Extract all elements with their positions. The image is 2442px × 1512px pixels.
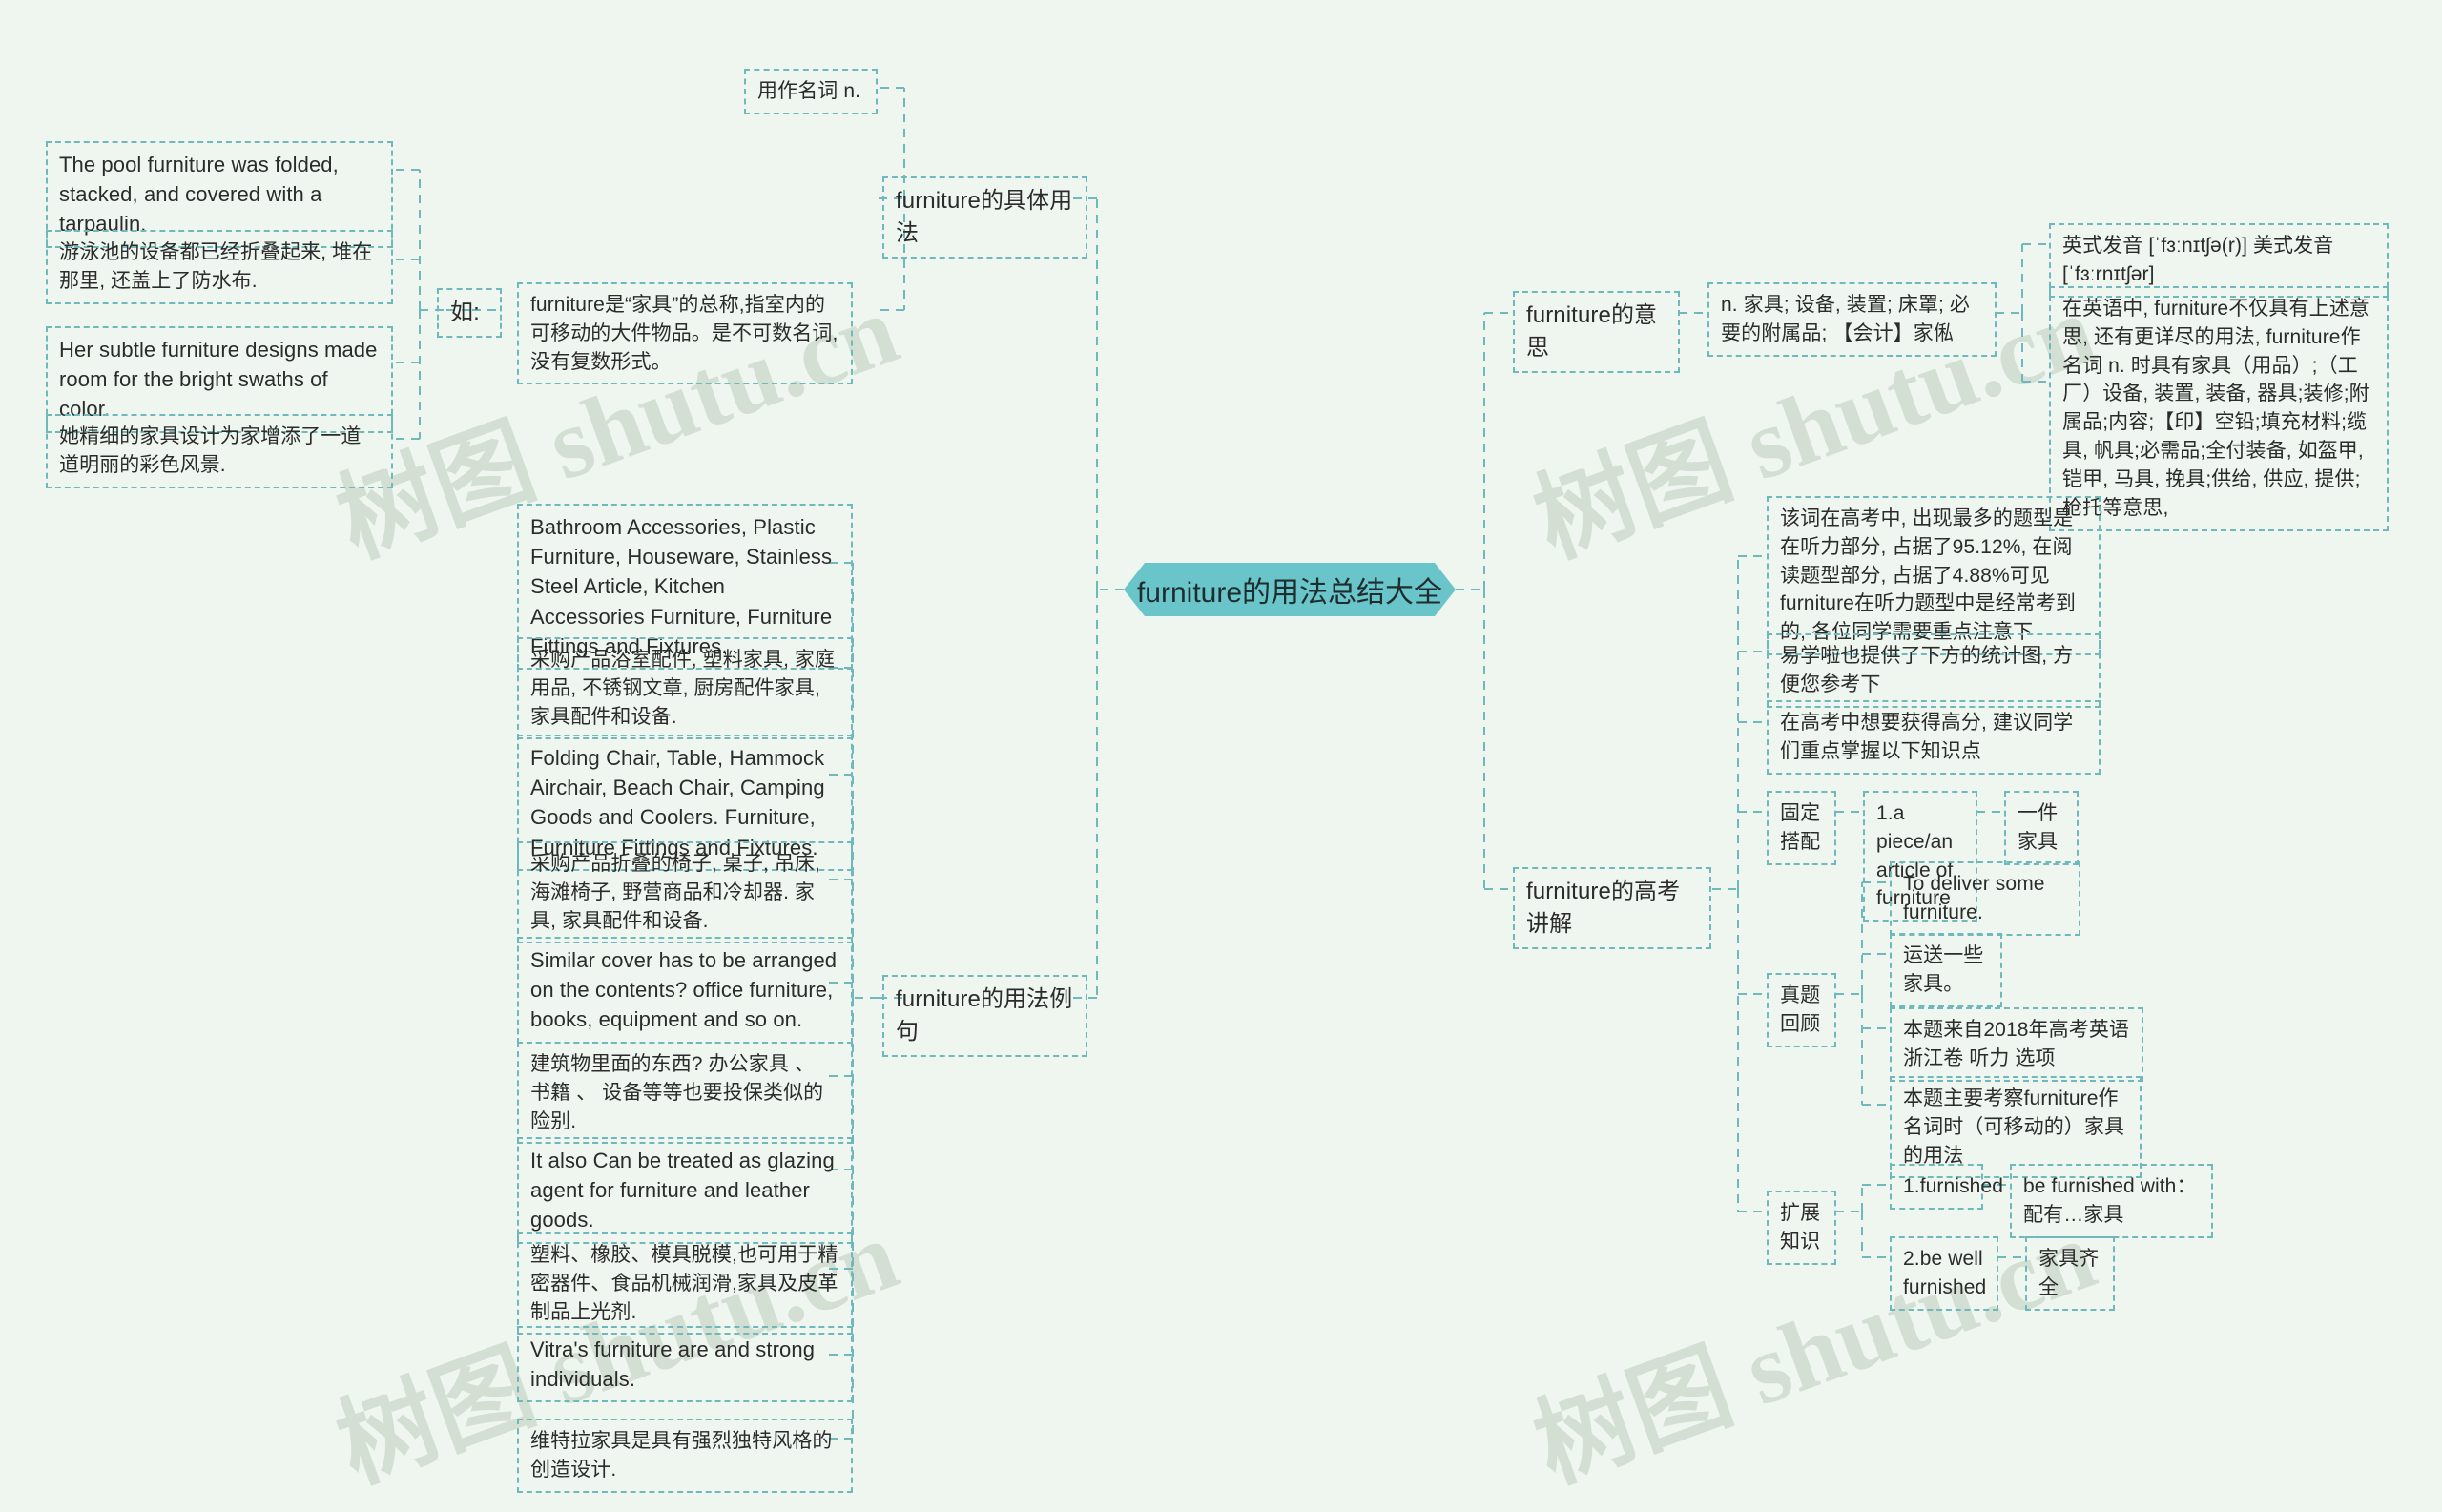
node-such-as[interactable]: 如: xyxy=(437,288,502,339)
node-past-paper-item[interactable]: 运送一些家具。 xyxy=(1890,933,2002,1007)
node-extended-term[interactable]: 1.furnished xyxy=(1890,1164,2003,1210)
node-past-paper-item[interactable]: 本题来自2018年高考英语浙江卷 听力 选项 xyxy=(1890,1007,2143,1082)
node-usage-example-item[interactable]: 采购产品折叠的椅子, 桌子, 吊床, 海滩椅子, 野营商品和冷却器. 家具, 家… xyxy=(517,841,853,944)
node-gaokao-note[interactable]: 该词在高考中, 出现最多的题型是在听力部分, 占据了95.12%, 在阅读题型部… xyxy=(1767,496,2101,656)
node-meaning[interactable]: furniture的意思 xyxy=(1513,291,1680,374)
node-usage-example-item[interactable]: 塑料、橡胶、模具脱模,也可用于精密器件、食品机械润滑,家具及皮革制品上光剂. xyxy=(517,1232,853,1336)
node-example-sentence[interactable]: 游泳池的设备都已经折叠起来, 堆在那里, 还盖上了防水布. xyxy=(46,230,393,304)
node-usage-example-item[interactable]: Vitra's furniture are and strong individ… xyxy=(517,1326,853,1403)
root-node[interactable]: furniture的用法总结大全 xyxy=(1124,563,1456,616)
node-used-as-noun[interactable]: 用作名词 n. xyxy=(744,69,878,114)
node-extended-term[interactable]: 2.be well furnished xyxy=(1890,1236,1998,1311)
node-collocation-translation[interactable]: 一件家具 xyxy=(2004,791,2079,865)
node-usage-example-item[interactable]: 维特拉家具是具有强烈独特风格的创造设计. xyxy=(517,1419,853,1493)
node-specific-usage[interactable]: furniture的具体用法 xyxy=(882,176,1087,259)
node-extended-translation[interactable]: be furnished with：配有…家具 xyxy=(2010,1164,2213,1238)
node-gaokao-note[interactable]: 易学啦也提供了下方的统计图, 方便您参考下 xyxy=(1767,633,2101,708)
node-usage-examples[interactable]: furniture的用法例句 xyxy=(882,975,1087,1058)
root-label: furniture的用法总结大全 xyxy=(1136,577,1443,609)
node-usage-example-item[interactable]: It also Can be treated as glazing agent … xyxy=(517,1137,853,1244)
node-extended-translation[interactable]: 家具齐全 xyxy=(2025,1236,2115,1311)
node-example-sentence[interactable]: 她精细的家具设计为家增添了一道道明丽的彩色风景. xyxy=(46,414,393,488)
mindmap-canvas: 树图 shutu.cn 树图 shutu.cn 树图 shutu.cn 树图 s… xyxy=(0,0,2442,1512)
node-usage-example-item[interactable]: 采购产品浴室配件, 塑料家具, 家庭用品, 不锈钢文章, 厨房配件家具, 家具配… xyxy=(517,637,853,740)
node-extended-knowledge[interactable]: 扩展知识 xyxy=(1767,1191,1836,1265)
node-meaning-detail[interactable]: 在英语中, furniture不仅具有上述意思, 还有更详尽的用法, furni… xyxy=(2049,286,2389,531)
node-past-paper-item[interactable]: To deliver some furniture. xyxy=(1890,861,2080,936)
node-gaokao-explanation[interactable]: furniture的高考讲解 xyxy=(1513,867,1711,950)
node-gaokao-note[interactable]: 在高考中想要获得高分, 建议同学们重点掌握以下知识点 xyxy=(1767,700,2101,775)
node-meaning-definition[interactable]: n. 家具; 设备, 装置; 床罩; 必要的附属品; 【会计】家俬 xyxy=(1707,282,1997,357)
node-furniture-definition[interactable]: furniture是“家具”的总称,指室内的可移动的大件物品。是不可数名词,没有… xyxy=(517,282,853,385)
node-fixed-collocation[interactable]: 固定搭配 xyxy=(1767,791,1836,865)
node-usage-example-item[interactable]: Similar cover has to be arranged on the … xyxy=(517,937,853,1044)
node-usage-example-item[interactable]: 建筑物里面的东西? 办公家具 、 书籍 、 设备等等也要投保类似的险别. xyxy=(517,1042,853,1145)
node-past-paper-review[interactable]: 真题回顾 xyxy=(1767,973,1836,1047)
